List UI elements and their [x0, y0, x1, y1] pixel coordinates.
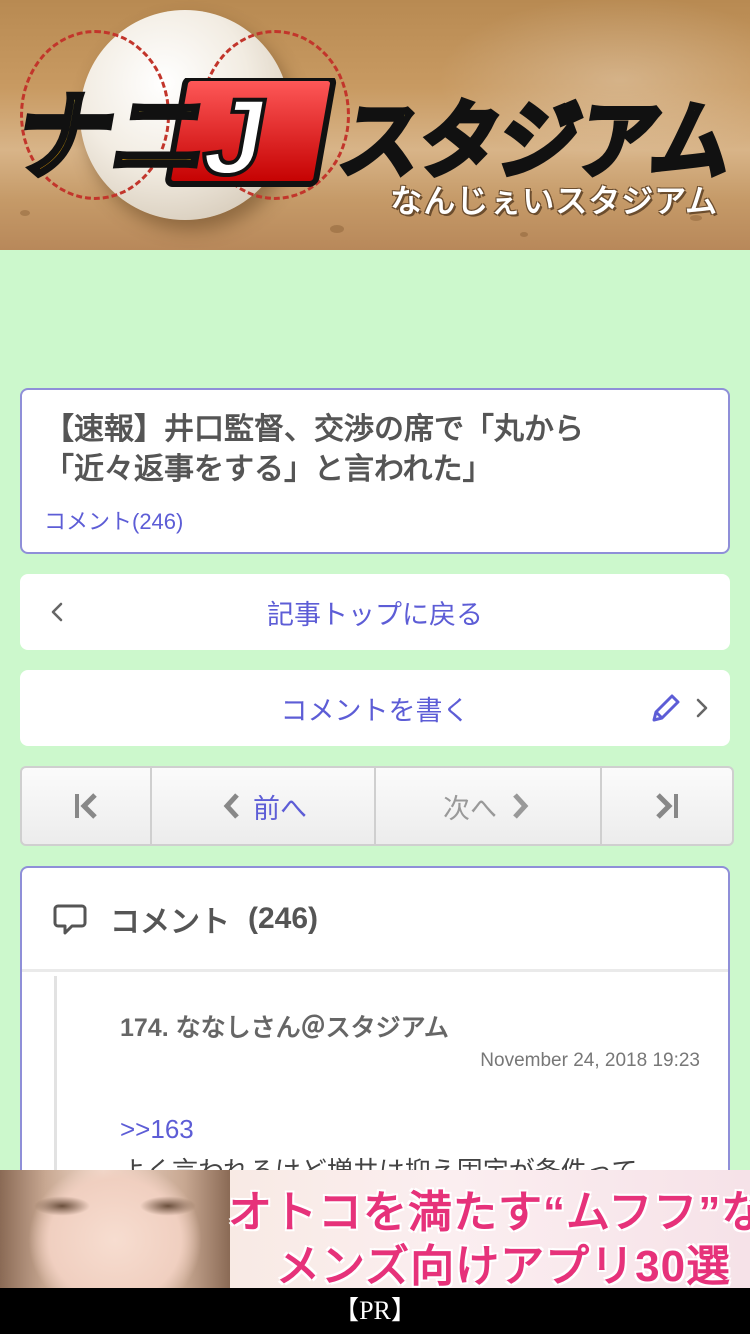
- chevron-left-icon: [223, 793, 239, 819]
- chevron-right-icon: [513, 793, 529, 819]
- logo-subtitle: なんじぇいスタジアム: [390, 183, 718, 219]
- dirt-decoration: [520, 232, 528, 237]
- last-page-button[interactable]: [602, 768, 732, 844]
- comments-header: コメント (246): [22, 868, 728, 972]
- site-header-banner[interactable]: J ナニ スタジアム なんじぇいスタジアム: [0, 0, 750, 250]
- ad-banner[interactable]: オトコを満たす“ムフフ”な メンズ向けアプリ30選: [0, 1170, 750, 1288]
- write-comment-button[interactable]: コメントを書く: [20, 670, 730, 746]
- ad-headline-2: メンズ向けアプリ30選: [276, 1242, 732, 1288]
- article-title: 【速報】井口監督、交渉の席で「丸から「近々返事をする」と言われた」: [44, 413, 584, 486]
- next-page-button[interactable]: 次へ: [376, 768, 602, 844]
- prev-page-label: 前へ: [253, 793, 307, 824]
- comment-count-link[interactable]: コメント(246): [44, 504, 706, 536]
- comment-date: November 24, 2018 19:23: [480, 1050, 700, 1071]
- last-page-icon: [656, 793, 678, 819]
- first-page-icon: [75, 793, 97, 819]
- site-logo[interactable]: J ナニ スタジアム: [18, 78, 730, 188]
- article-title-card: 【速報】井口監督、交渉の席で「丸から「近々返事をする」と言われた」 コメント(2…: [20, 388, 730, 554]
- chevron-right-icon: [696, 698, 708, 718]
- comments-header-label: コメント: [110, 905, 230, 939]
- ad-model-image: [0, 1170, 230, 1288]
- pr-label: 【PR】: [0, 1288, 750, 1334]
- back-button-label: 記事トップに戻る: [267, 599, 483, 630]
- dirt-decoration: [20, 210, 30, 216]
- dirt-decoration: [330, 225, 344, 233]
- logo-text-left: ナニ: [18, 83, 219, 188]
- article-pager: 前へ 次へ: [20, 766, 734, 846]
- comment-bubble-icon: [53, 904, 87, 934]
- chevron-left-icon: [51, 602, 63, 622]
- next-page-label: 次へ: [443, 793, 497, 824]
- comment-reply-link[interactable]: >>163: [120, 1114, 700, 1145]
- comment-header: 174. ななしさん＠スタジアム: [120, 1014, 449, 1042]
- back-to-article-top-button[interactable]: 記事トップに戻る: [20, 574, 730, 650]
- comment-item: 174. ななしさん＠スタジアム November 24, 2018 19:23…: [120, 1008, 700, 1188]
- first-page-button[interactable]: [22, 768, 152, 844]
- prev-page-button[interactable]: 前へ: [152, 768, 376, 844]
- pencil-icon: [652, 694, 680, 722]
- logo-text-right: スタジアム: [334, 94, 730, 188]
- comments-header-count: (246): [248, 901, 319, 935]
- write-comment-label: コメントを書く: [280, 695, 470, 726]
